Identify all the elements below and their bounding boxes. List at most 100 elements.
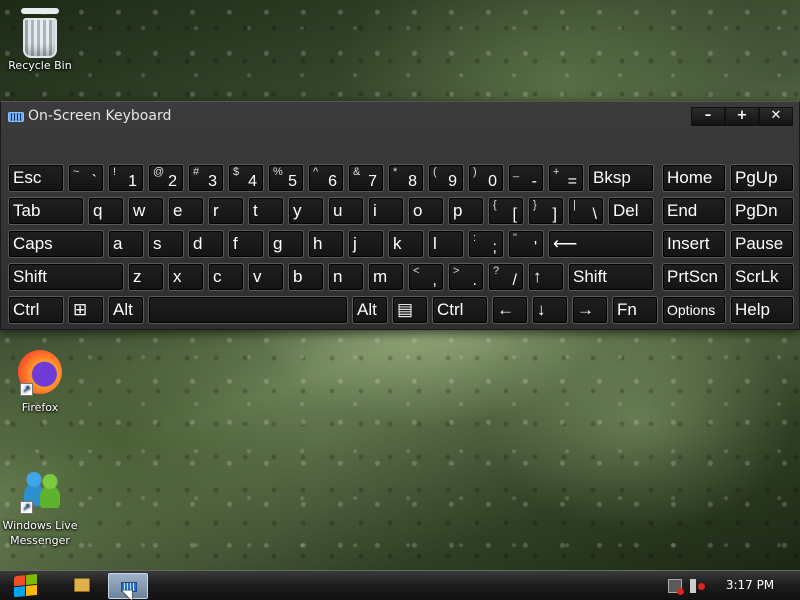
key-shift[interactable]: Shift <box>8 263 124 291</box>
key-u[interactable]: u <box>328 197 364 225</box>
key-label: 2 <box>168 173 177 190</box>
key-prtscn[interactable]: PrtScn <box>662 263 726 291</box>
key-o[interactable]: o <box>408 197 444 225</box>
taskbar-clock[interactable]: 3:17 PM <box>722 578 778 592</box>
key-label: / <box>512 272 517 289</box>
key-r[interactable]: r <box>208 197 244 225</box>
key-pgdn[interactable]: PgDn <box>730 197 794 225</box>
key-5[interactable]: % 5 <box>268 164 304 192</box>
key-1[interactable]: ! 1 <box>108 164 144 192</box>
key-t[interactable]: t <box>248 197 284 225</box>
key-d[interactable]: d <box>188 230 224 258</box>
key-symbol[interactable]: {[ <box>488 197 524 225</box>
key-shift-label: % <box>273 166 283 178</box>
key-symbol[interactable]: " ' <box>508 230 544 258</box>
key-home[interactable]: Home <box>662 164 726 192</box>
key-symbol[interactable]: ? / <box>488 263 524 291</box>
desktop-icon-messenger[interactable]: ↗ Windows Live Messenger <box>0 466 80 548</box>
key-8[interactable]: * 8 <box>388 164 424 192</box>
key-2[interactable]: @2 <box>148 164 184 192</box>
key-tab[interactable]: Tab <box>8 197 84 225</box>
key-c[interactable]: c <box>208 263 244 291</box>
key-shift-label: | <box>573 199 576 211</box>
key-z[interactable]: z <box>128 263 164 291</box>
key-symbol[interactable]: ~ ` <box>68 164 104 192</box>
key-n[interactable]: n <box>328 263 364 291</box>
key-e[interactable]: e <box>168 197 204 225</box>
key--[interactable]: _ - <box>508 164 544 192</box>
key-symbol[interactable]: :; <box>468 230 504 258</box>
key-label: 5 <box>288 173 297 190</box>
key-symbol[interactable]: <, <box>408 263 444 291</box>
key-h[interactable]: h <box>308 230 344 258</box>
key-symbol[interactable]: }] <box>528 197 564 225</box>
key-label: = <box>567 173 577 190</box>
key-6[interactable]: ^ 6 <box>308 164 344 192</box>
key-label: Shift <box>573 267 608 286</box>
key-f[interactable]: f <box>228 230 264 258</box>
key-label: Caps <box>13 234 53 253</box>
key-i[interactable]: i <box>368 197 404 225</box>
key-pgup[interactable]: PgUp <box>730 164 794 192</box>
key-options[interactable]: Options <box>662 296 726 324</box>
desktop-icon-firefox[interactable]: ↗ Firefox <box>0 348 80 415</box>
key-alt[interactable]: Alt <box>352 296 388 324</box>
key-s[interactable]: s <box>148 230 184 258</box>
key-del[interactable]: Del <box>608 197 654 225</box>
key-b[interactable]: b <box>288 263 324 291</box>
key-insert[interactable]: Insert <box>662 230 726 258</box>
desktop-icon-recycle-bin[interactable]: Recycle Bin <box>0 8 80 73</box>
key-fn[interactable]: Fn <box>612 296 658 324</box>
key-symbol[interactable]: ↑ <box>528 263 564 291</box>
key-p[interactable]: p <box>448 197 484 225</box>
key-x[interactable]: x <box>168 263 204 291</box>
key-ctrl[interactable]: Ctrl <box>8 296 64 324</box>
key-q[interactable]: q <box>88 197 124 225</box>
key-symbol[interactable]: ↓ <box>532 296 568 324</box>
key-symbol[interactable]: ▤ <box>392 296 428 324</box>
key-ctrl[interactable]: Ctrl <box>432 296 488 324</box>
key-4[interactable]: $4 <box>228 164 264 192</box>
key-k[interactable]: k <box>388 230 424 258</box>
key-w[interactable]: w <box>128 197 164 225</box>
key-y[interactable]: y <box>288 197 324 225</box>
start-button[interactable] <box>14 573 38 599</box>
key-scrlk[interactable]: ScrLk <box>730 263 794 291</box>
taskbar-explorer-button[interactable] <box>62 573 102 599</box>
key-caps[interactable]: Caps <box>8 230 104 258</box>
key-symbol[interactable]: ⊞ <box>68 296 104 324</box>
key-shift[interactable]: Shift <box>568 263 654 291</box>
volume-muted-icon[interactable] <box>690 579 705 593</box>
key-symbol[interactable]: >. <box>448 263 484 291</box>
network-icon[interactable] <box>668 579 684 595</box>
key-symbol[interactable]: | \ <box>568 197 604 225</box>
key-symbol[interactable]: ← <box>492 296 528 324</box>
key-end[interactable]: End <box>662 197 726 225</box>
key-symbol[interactable]: + = <box>548 164 584 192</box>
key-shift-label: ^ <box>313 166 319 178</box>
key-esc[interactable]: Esc <box>8 164 64 192</box>
key-symbol[interactable]: ⟵ <box>548 230 654 258</box>
key-3[interactable]: #3 <box>188 164 224 192</box>
key-0[interactable]: ) 0 <box>468 164 504 192</box>
key-a[interactable]: a <box>108 230 144 258</box>
key-7[interactable]: & 7 <box>348 164 384 192</box>
key-label: m <box>373 267 388 286</box>
key-shift-label: _ <box>513 166 520 178</box>
key-9[interactable]: (9 <box>428 164 464 192</box>
close-button[interactable]: ✕ <box>759 107 793 126</box>
key-help[interactable]: Help <box>730 296 794 324</box>
key-space[interactable] <box>148 296 348 324</box>
key-g[interactable]: g <box>268 230 304 258</box>
minimize-button[interactable]: – <box>691 107 725 126</box>
key-m[interactable]: m <box>368 263 404 291</box>
key-pause[interactable]: Pause <box>730 230 794 258</box>
key-symbol[interactable]: → <box>572 296 608 324</box>
key-alt[interactable]: Alt <box>108 296 144 324</box>
window-titlebar[interactable]: On-Screen Keyboard – + ✕ <box>1 102 799 132</box>
key-v[interactable]: v <box>248 263 284 291</box>
maximize-button[interactable]: + <box>725 107 759 126</box>
key-l[interactable]: l <box>428 230 464 258</box>
key-bksp[interactable]: Bksp <box>588 164 654 192</box>
key-j[interactable]: j <box>348 230 384 258</box>
